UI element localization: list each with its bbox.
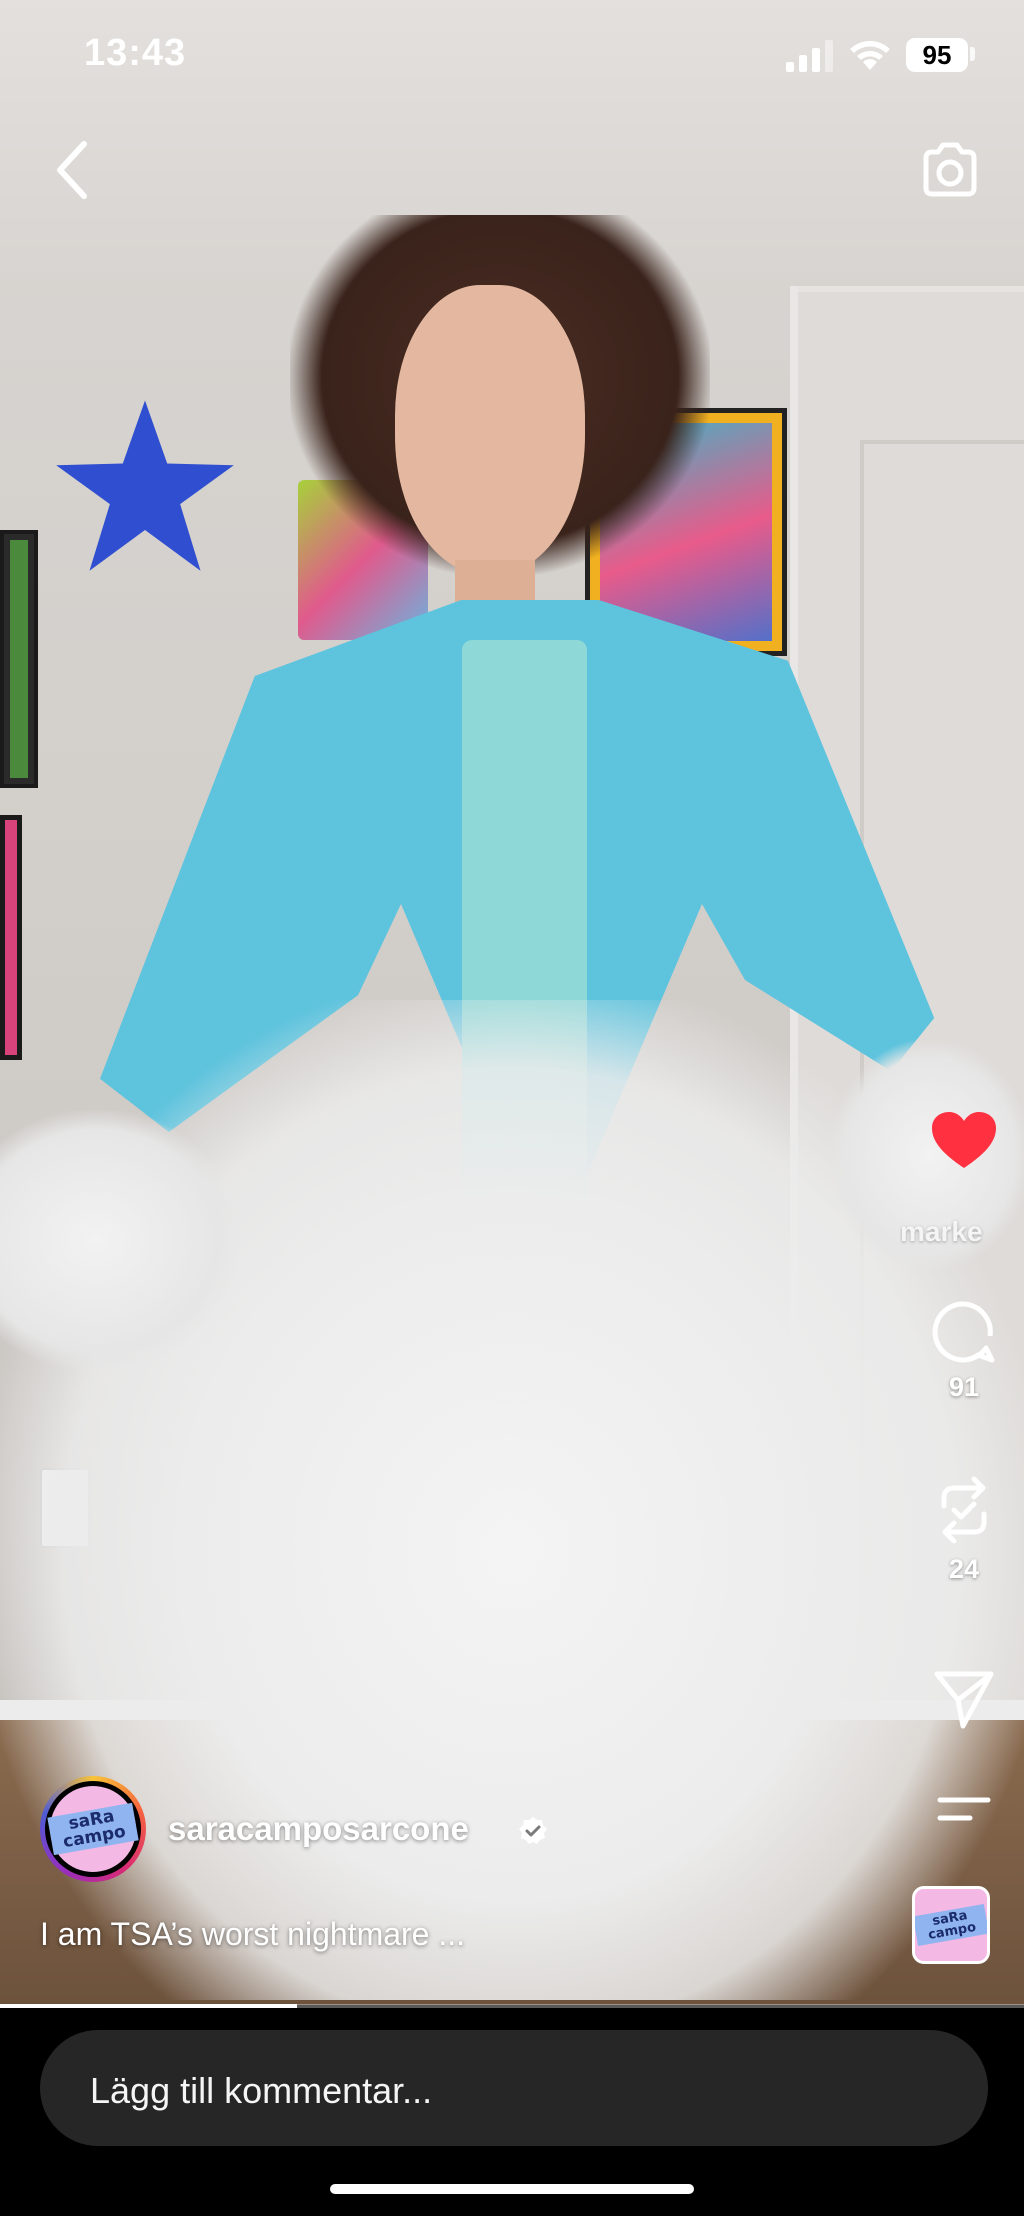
wall-frame-green [0, 530, 38, 788]
reel-caption[interactable]: I am TSA’s worst nightmare ... [40, 1916, 465, 1953]
verified-badge-icon [519, 1817, 547, 1844]
audio-thumbnail[interactable]: saRa campo [912, 1886, 990, 1964]
battery-tip [970, 47, 975, 61]
star-decoration [56, 400, 234, 571]
author-avatar[interactable]: saRa campo [40, 1776, 146, 1882]
repost-icon [941, 1476, 987, 1544]
comment-button[interactable]: 91 [904, 1300, 1024, 1403]
more-options-button[interactable] [904, 1790, 1024, 1830]
battery-indicator: 95 [906, 38, 968, 72]
home-indicator[interactable] [330, 2184, 694, 2194]
wifi-icon [850, 41, 890, 70]
cellular-signal-icon [786, 40, 833, 72]
more-lines-icon [937, 1797, 991, 1821]
reposts-count: 24 [948, 1554, 980, 1584]
chevron-left-icon[interactable] [48, 138, 98, 202]
avatar-ring-inner: saRa campo [45, 1781, 141, 1877]
lace-cuff-left [0, 1110, 240, 1370]
avatar-logo-text: saRa campo [47, 1802, 139, 1856]
avatar-image: saRa campo [47, 1786, 139, 1872]
comments-count: 91 [948, 1372, 980, 1402]
like-label: marke [900, 1216, 983, 1247]
reel-video[interactable] [0, 0, 1024, 2005]
camera-icon[interactable] [918, 138, 982, 202]
comment-placeholder: Lägg till kommentar... [90, 2070, 433, 2111]
audio-thumb-text: saRa campo [915, 1903, 987, 1947]
comment-bubble-icon [932, 1301, 995, 1363]
repost-button[interactable]: 24 [904, 1474, 1024, 1585]
like-button[interactable] [904, 1110, 1024, 1170]
status-time: 13:43 [84, 32, 187, 74]
share-button[interactable] [904, 1668, 1024, 1730]
paper-plane-icon [934, 1671, 994, 1729]
heart-icon [932, 1112, 996, 1168]
person-face [395, 285, 585, 575]
status-bar: 13:43 95 [0, 0, 1024, 110]
author-username[interactable]: saracamposarcone [168, 1810, 469, 1848]
